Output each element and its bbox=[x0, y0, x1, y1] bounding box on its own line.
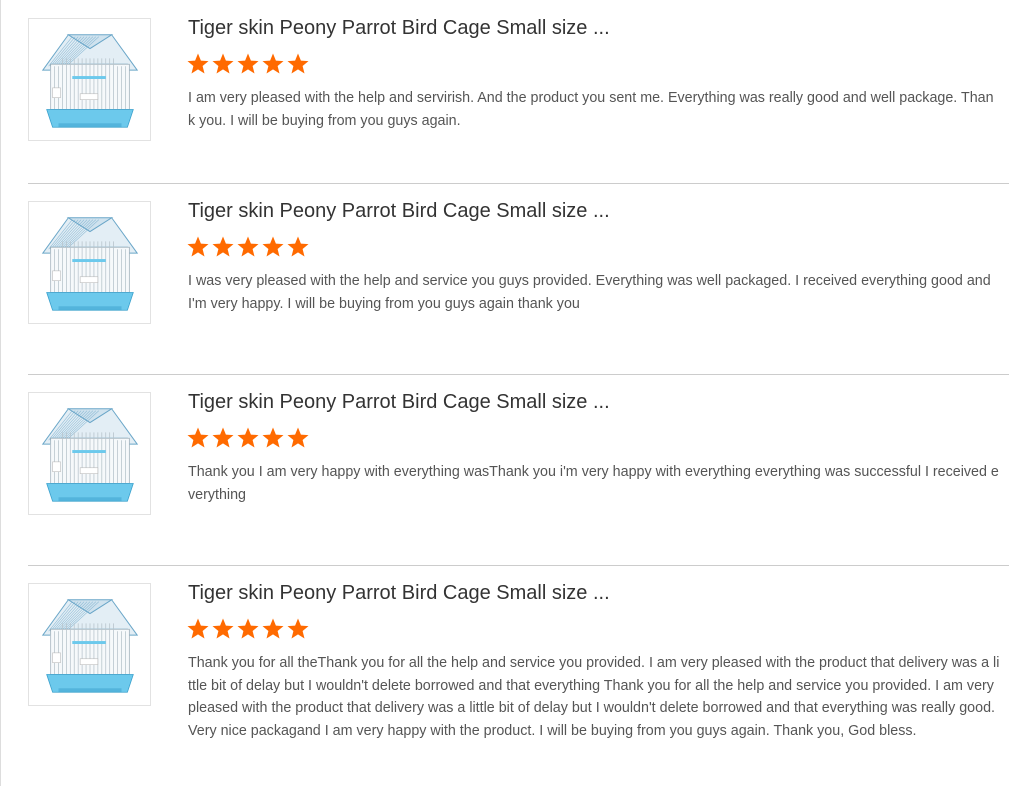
review-text: Thank you for all theThank you for all t… bbox=[188, 655, 1000, 739]
star-icon bbox=[262, 618, 284, 639]
review-text: Thank you I am very happy with everythin… bbox=[188, 464, 999, 503]
product-thumbnail[interactable] bbox=[28, 18, 151, 141]
product-thumbnail[interactable] bbox=[28, 392, 151, 515]
star-icon bbox=[187, 427, 209, 448]
bird-cage-icon bbox=[29, 19, 150, 140]
left-border bbox=[0, 0, 1, 786]
review-text: I am very pleased with the help and serv… bbox=[188, 90, 994, 129]
product-title[interactable]: Tiger skin Peony Parrot Bird Cage Small … bbox=[188, 199, 610, 223]
star-icon bbox=[237, 53, 259, 74]
product-title[interactable]: Tiger skin Peony Parrot Bird Cage Small … bbox=[188, 581, 610, 605]
star-icon bbox=[287, 53, 309, 74]
star-icon bbox=[237, 427, 259, 448]
star-icon bbox=[237, 236, 259, 257]
star-icon bbox=[212, 236, 234, 257]
star-rating bbox=[186, 235, 310, 261]
star-icon bbox=[262, 53, 284, 74]
star-icon bbox=[187, 618, 209, 639]
star-rating bbox=[186, 52, 310, 78]
product-thumbnail[interactable] bbox=[28, 201, 151, 324]
star-icon bbox=[237, 618, 259, 639]
review-text: I was very pleased with the help and ser… bbox=[188, 273, 991, 312]
star-rating bbox=[186, 617, 310, 643]
star-icon bbox=[287, 236, 309, 257]
bird-cage-icon bbox=[29, 584, 150, 705]
star-icon bbox=[262, 236, 284, 257]
star-icon bbox=[212, 618, 234, 639]
product-title[interactable]: Tiger skin Peony Parrot Bird Cage Small … bbox=[188, 16, 610, 40]
star-rating bbox=[186, 426, 310, 452]
review-item: Tiger skin Peony Parrot Bird Cage Small … bbox=[28, 565, 1009, 757]
star-icon bbox=[287, 427, 309, 448]
star-icon bbox=[262, 427, 284, 448]
review-item: Tiger skin Peony Parrot Bird Cage Small … bbox=[28, 374, 1009, 566]
review-item: Tiger skin Peony Parrot Bird Cage Small … bbox=[28, 0, 1009, 191]
star-icon bbox=[187, 236, 209, 257]
product-title[interactable]: Tiger skin Peony Parrot Bird Cage Small … bbox=[188, 390, 610, 414]
star-icon bbox=[212, 53, 234, 74]
bird-cage-icon bbox=[29, 393, 150, 514]
star-icon bbox=[287, 618, 309, 639]
review-item: Tiger skin Peony Parrot Bird Cage Small … bbox=[28, 183, 1009, 375]
star-icon bbox=[187, 53, 209, 74]
star-icon bbox=[212, 427, 234, 448]
bird-cage-icon bbox=[29, 202, 150, 323]
product-thumbnail[interactable] bbox=[28, 583, 151, 706]
